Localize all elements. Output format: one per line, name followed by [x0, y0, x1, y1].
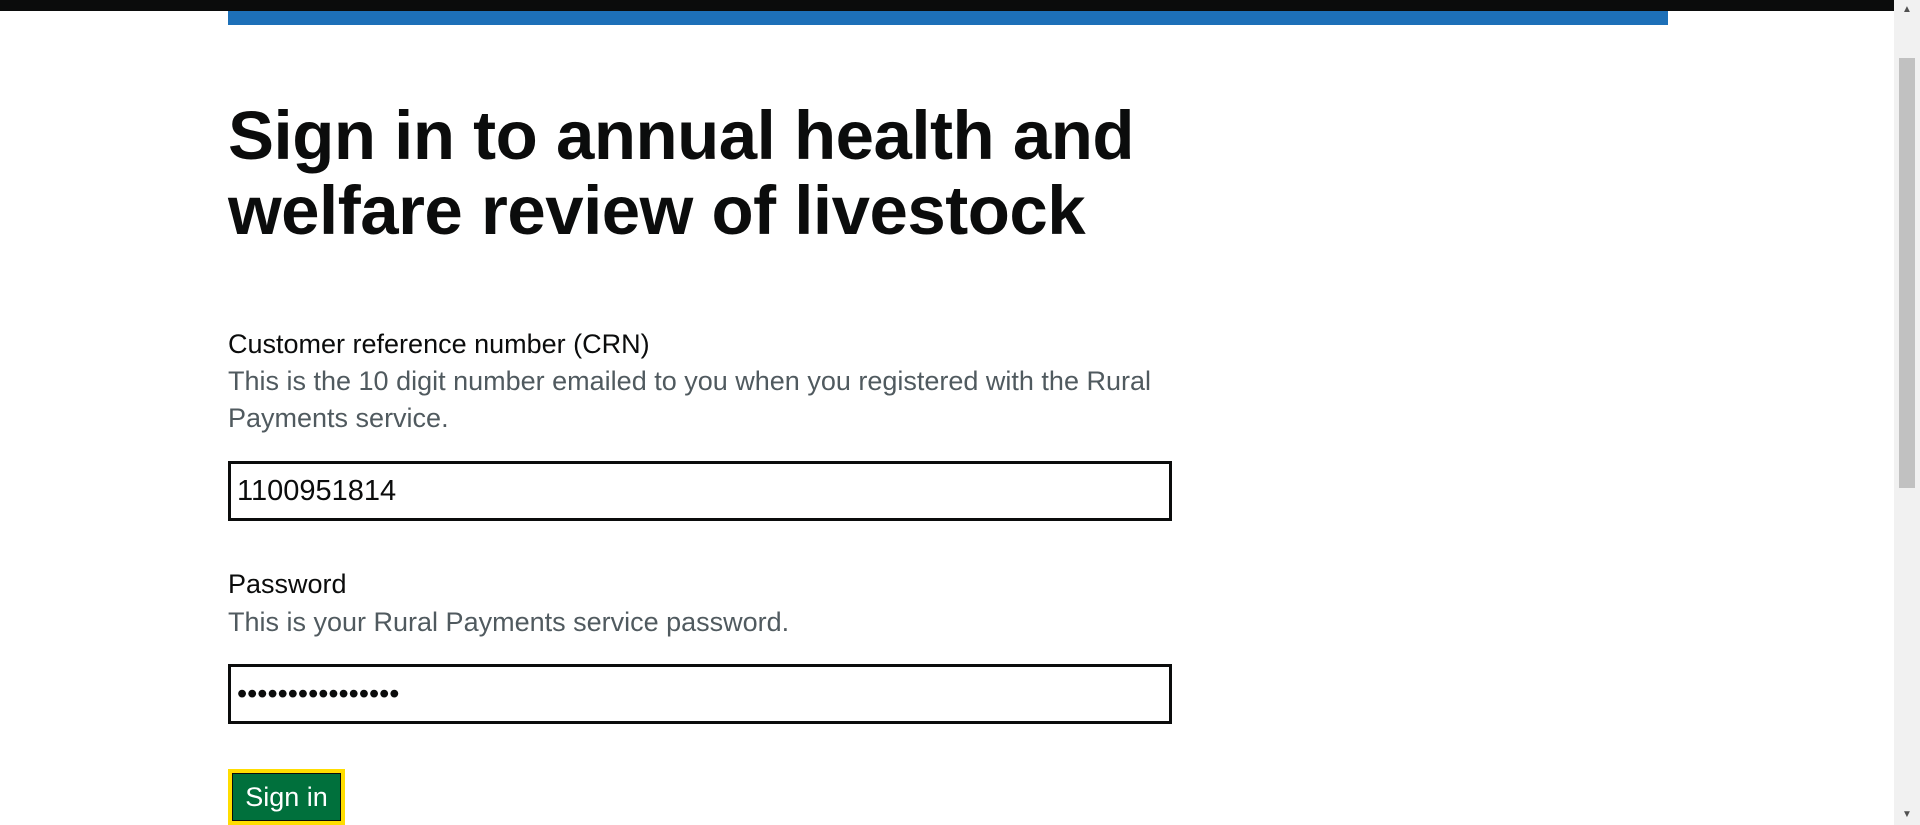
vertical-scrollbar[interactable]: ▲ ▼ — [1894, 0, 1920, 825]
password-hint: This is your Rural Payments service pass… — [228, 607, 790, 637]
scrollbar-thumb[interactable] — [1899, 58, 1915, 488]
crn-input[interactable] — [228, 461, 1172, 521]
scroll-up-icon[interactable]: ▲ — [1894, 2, 1920, 18]
page-title: Sign in to annual health and welfare rev… — [228, 97, 1135, 249]
header-blue-rule — [228, 11, 1668, 25]
crn-hint: This is the 10 digit number emailed to y… — [228, 366, 1151, 433]
password-input[interactable] — [228, 664, 1172, 724]
scroll-down-icon[interactable]: ▼ — [1894, 807, 1920, 823]
sign-in-button[interactable]: Sign in — [232, 773, 341, 821]
sign-in-focus-ring: Sign in — [228, 769, 345, 825]
password-label: Password — [228, 569, 347, 599]
crn-label: Customer reference number (CRN) — [228, 329, 650, 359]
top-header-bar — [0, 0, 1894, 11]
